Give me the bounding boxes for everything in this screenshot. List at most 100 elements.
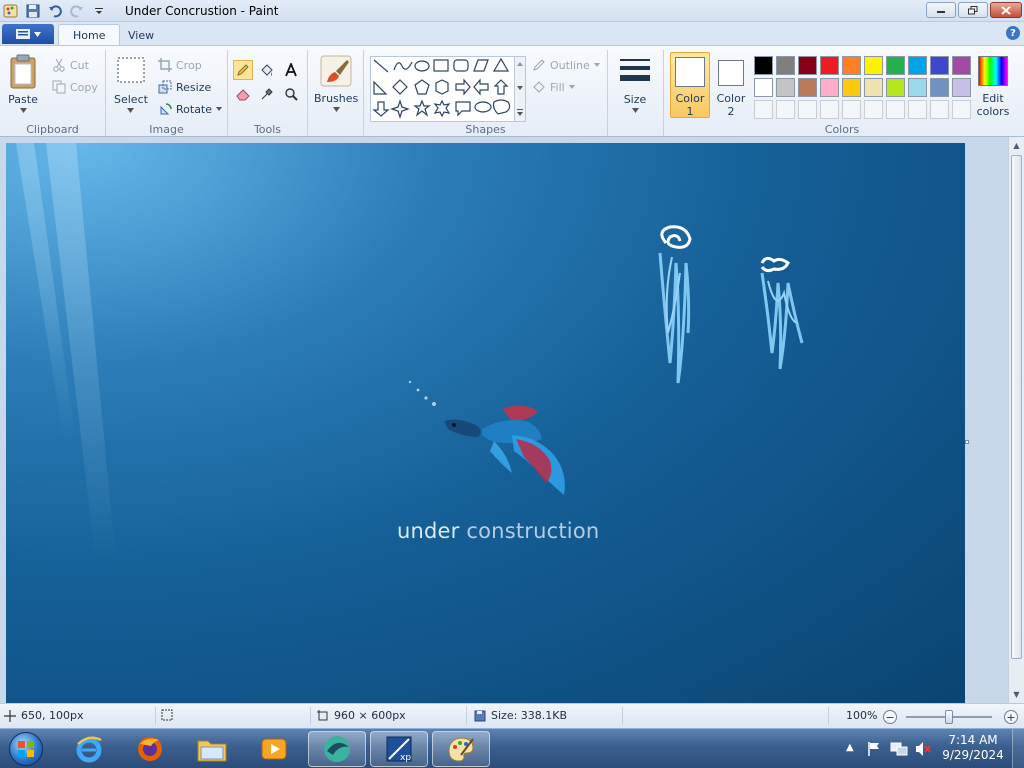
show-desktop-button[interactable] (1012, 729, 1024, 768)
show-hidden-icons-chevron-icon[interactable]: ▲ (846, 742, 854, 753)
custom-color-slot[interactable] (952, 100, 971, 119)
fill-button[interactable]: Fill (532, 80, 575, 94)
custom-color-slot[interactable] (776, 100, 795, 119)
paste-button[interactable]: Paste (8, 54, 38, 113)
copy-button[interactable]: Copy (52, 80, 98, 94)
color-swatch[interactable] (842, 78, 861, 97)
magnifier-tool[interactable] (281, 84, 301, 104)
color-swatch[interactable] (754, 56, 773, 75)
select-button[interactable]: Select (114, 56, 148, 113)
clipboard-group-label: Clipboard (26, 123, 79, 136)
chevron-down-icon (593, 63, 600, 67)
file-size-text: Size: 338.1KB (491, 709, 568, 722)
action-center-flag-icon[interactable] (866, 741, 882, 757)
brushes-button[interactable]: Brushes (314, 54, 358, 112)
resize-button[interactable]: Resize (158, 80, 211, 94)
app-taskbar-button-1[interactable] (308, 731, 366, 767)
color-swatch[interactable] (842, 56, 861, 75)
color-swatch[interactable] (908, 56, 927, 75)
tab-home[interactable]: Home (58, 24, 121, 46)
color-swatch[interactable] (820, 56, 839, 75)
text-tool[interactable] (281, 60, 301, 80)
color-swatch[interactable] (776, 78, 795, 97)
custom-color-slot[interactable] (842, 100, 861, 119)
color-swatch[interactable] (930, 56, 949, 75)
file-size: Size: 338.1KB (474, 709, 567, 722)
color-swatch[interactable] (864, 78, 883, 97)
system-clock[interactable]: 7:14 AM 9/29/2024 (938, 733, 1008, 763)
selection-size (161, 709, 173, 721)
color-swatch[interactable] (820, 78, 839, 97)
colors-group: Color 1 Color 2 Edit colors Colors (664, 50, 1024, 136)
size-button[interactable]: Size (618, 56, 652, 113)
firefox-taskbar-button[interactable] (121, 731, 179, 767)
color-swatch[interactable] (798, 78, 817, 97)
cursor-position: 650, 100px (4, 709, 83, 722)
zoom-in-button[interactable]: + (1004, 710, 1018, 724)
custom-color-slot[interactable] (820, 100, 839, 119)
scroll-up-icon[interactable]: ▲ (1009, 138, 1024, 153)
outline-button[interactable]: Outline (532, 58, 600, 72)
canvas-resize-handle-right[interactable] (965, 440, 969, 444)
network-icon[interactable] (890, 741, 908, 757)
color-swatch[interactable] (908, 78, 927, 97)
crop-button[interactable]: Crop (158, 58, 202, 72)
clipboard-group: Paste Cut Copy Clipboard (0, 50, 106, 136)
custom-color-slot[interactable] (798, 100, 817, 119)
shapes-gallery-scroll[interactable] (514, 56, 526, 122)
vertical-scrollbar[interactable]: ▲ ▼ (1008, 137, 1024, 703)
tab-view[interactable]: View (114, 24, 168, 46)
rainbow-icon[interactable] (978, 56, 1008, 86)
minimize-button[interactable] (926, 2, 956, 18)
start-button[interactable] (4, 730, 48, 768)
shapes-gallery-icons[interactable] (370, 56, 526, 122)
paint-taskbar-button[interactable] (432, 731, 490, 767)
edit-colors-button[interactable]: Edit colors (972, 92, 1014, 118)
zoom-out-button[interactable]: − (883, 710, 897, 724)
quick-access-toolbar (2, 2, 108, 20)
color-picker-tool[interactable] (257, 84, 277, 104)
drawing-canvas[interactable]: under construction (6, 143, 965, 703)
custom-color-slot[interactable] (930, 100, 949, 119)
scroll-down-icon[interactable]: ▼ (1009, 687, 1024, 702)
zoom-slider-thumb[interactable] (945, 710, 953, 724)
internet-explorer-taskbar-button[interactable] (60, 731, 118, 767)
rotate-button[interactable]: Rotate (158, 102, 223, 116)
restore-button[interactable] (958, 2, 988, 18)
color-swatch[interactable] (930, 78, 949, 97)
color-swatch[interactable] (952, 56, 971, 75)
close-button[interactable] (990, 2, 1022, 18)
paint-menu-button[interactable] (2, 24, 54, 44)
chevron-down-icon (33, 31, 41, 37)
color-swatch[interactable] (886, 78, 905, 97)
xp-app-taskbar-button[interactable]: xp (370, 731, 428, 767)
color-swatch[interactable] (776, 56, 795, 75)
chevron-down-icon (631, 108, 639, 113)
color-swatch[interactable] (798, 56, 817, 75)
color-swatch[interactable] (864, 56, 883, 75)
color-swatch[interactable] (952, 78, 971, 97)
color2-swatch[interactable] (718, 60, 744, 86)
fill-label: Fill (550, 80, 565, 94)
fill-tool[interactable] (257, 60, 277, 80)
volume-muted-icon[interactable] (914, 741, 932, 757)
color-swatch[interactable] (886, 56, 905, 75)
customize-qat-chevron-icon[interactable] (90, 2, 108, 20)
scrollbar-thumb[interactable] (1011, 155, 1022, 659)
cut-button[interactable]: Cut (52, 58, 89, 72)
save-icon[interactable] (24, 2, 42, 20)
eraser-tool[interactable] (233, 84, 253, 104)
undo-icon[interactable] (46, 2, 64, 20)
custom-color-slot[interactable] (754, 100, 773, 119)
help-button[interactable]: ? (1006, 26, 1020, 40)
custom-color-slot[interactable] (864, 100, 883, 119)
redo-icon[interactable] (68, 2, 86, 20)
canvas-text-light: construction (459, 519, 600, 543)
paint-app-icon[interactable] (2, 2, 20, 20)
color-swatch[interactable] (754, 78, 773, 97)
media-player-taskbar-button[interactable] (245, 731, 303, 767)
custom-color-slot[interactable] (886, 100, 905, 119)
pencil-tool[interactable] (233, 60, 253, 80)
custom-color-slot[interactable] (908, 100, 927, 119)
file-explorer-taskbar-button[interactable] (183, 731, 241, 767)
